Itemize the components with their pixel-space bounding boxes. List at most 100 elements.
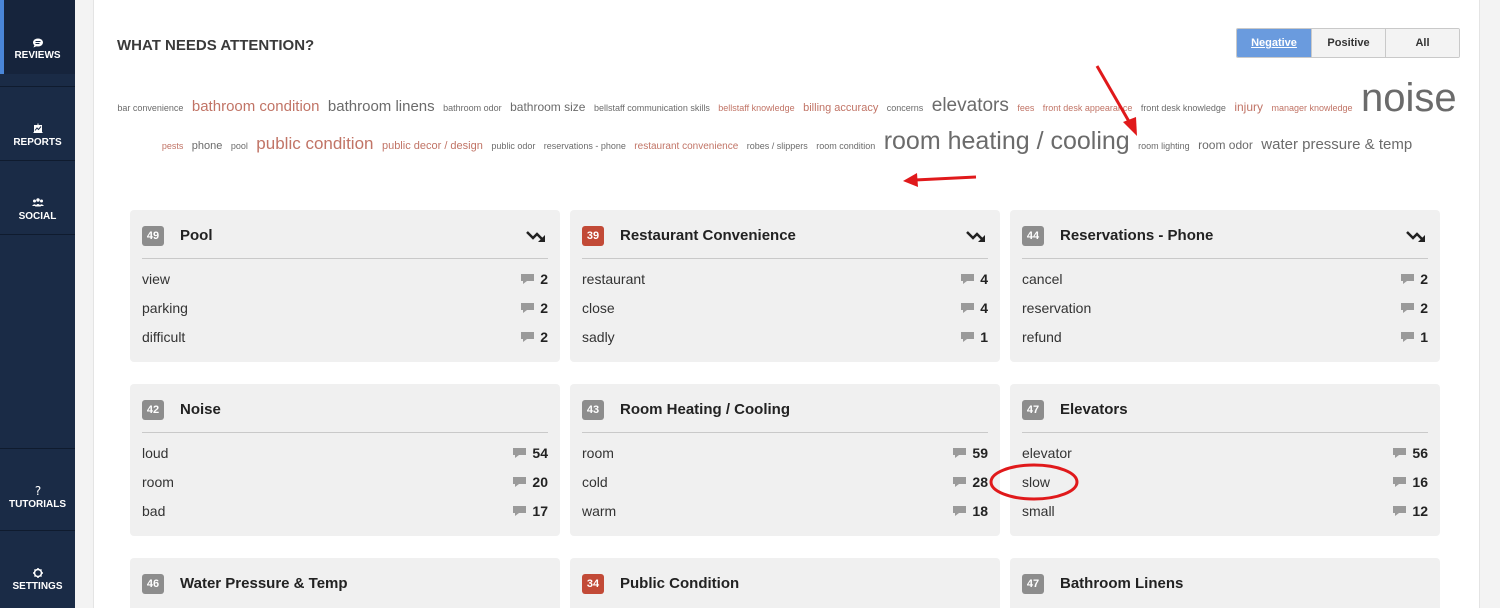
filter-positive-button[interactable]: Positive	[1311, 29, 1385, 57]
keyword-row[interactable]: reservation 2	[1022, 298, 1428, 318]
card-divider	[582, 258, 988, 259]
keyword-row[interactable]: view 2	[142, 269, 548, 289]
cloud-topic[interactable]: bellstaff communication skills	[594, 103, 710, 113]
sidebar-item-settings[interactable]: SETTINGS	[0, 531, 75, 605]
card-divider	[142, 258, 548, 259]
cloud-topic[interactable]: room condition	[816, 141, 875, 151]
card-title[interactable]: Pool	[180, 225, 213, 247]
topic-card[interactable]: 34 Public Condition	[570, 558, 1000, 608]
question-icon: ?	[34, 484, 40, 497]
keyword-row[interactable]: room 20	[142, 472, 548, 492]
reviews-chat-icon	[32, 38, 43, 48]
comment-icon	[953, 477, 967, 487]
cloud-topic[interactable]: robes / slippers	[747, 141, 808, 151]
keyword-row[interactable]: loud 54	[142, 443, 548, 463]
sidebar-item-reports[interactable]: REPORTS	[0, 87, 75, 161]
card-title[interactable]: Noise	[180, 399, 221, 421]
cloud-topic[interactable]: pests	[162, 141, 184, 151]
card-title[interactable]: Room Heating / Cooling	[620, 399, 790, 421]
mention-count-value: 56	[1412, 445, 1428, 461]
mention-count-value: 17	[532, 503, 548, 519]
cloud-topic[interactable]: front desk knowledge	[1141, 103, 1226, 113]
card-title[interactable]: Reservations - Phone	[1060, 225, 1213, 247]
sidebar-item-tutorials[interactable]: ? TUTORIALS	[0, 449, 75, 523]
mention-count: 54	[513, 443, 548, 463]
cloud-topic[interactable]: elevators	[932, 95, 1009, 116]
keyword-row[interactable]: warm 18	[582, 501, 988, 521]
mention-count: 56	[1393, 443, 1428, 463]
cloud-topic[interactable]: front desk appearance	[1043, 103, 1133, 113]
cloud-topic[interactable]: restaurant convenience	[634, 141, 738, 152]
mention-count-value: 20	[532, 474, 548, 490]
cloud-topic[interactable]: injury	[1234, 100, 1263, 114]
keyword-row[interactable]: close 4	[582, 298, 988, 318]
topic-card[interactable]: 43 Room Heating / Cooling room 59 cold 28 warm…	[570, 384, 1000, 536]
keyword-label: restaurant	[582, 271, 646, 287]
keyword-row[interactable]: refund 1	[1022, 327, 1428, 347]
card-title[interactable]: Bathroom Linens	[1060, 573, 1183, 595]
card-divider	[142, 432, 548, 433]
comment-icon	[961, 332, 975, 342]
card-title[interactable]: Elevators	[1060, 399, 1128, 421]
cloud-topic[interactable]: public odor	[491, 141, 535, 151]
cloud-topic[interactable]: noise	[1361, 76, 1457, 120]
cloud-topic[interactable]: bathroom condition	[192, 98, 320, 115]
cloud-topic[interactable]: room heating / cooling	[884, 127, 1130, 155]
cloud-topic[interactable]: bathroom size	[510, 100, 585, 114]
keyword-row[interactable]: cancel 2	[1022, 269, 1428, 289]
keyword-row[interactable]: small 12	[1022, 501, 1428, 521]
topic-card[interactable]: 47 Elevators elevator 56 slow 16 small 12	[1010, 384, 1440, 536]
cloud-topic[interactable]: manager knowledge	[1271, 103, 1352, 113]
sidebar-item-reviews[interactable]: REVIEWS	[0, 0, 75, 74]
keyword-label: small	[1022, 503, 1055, 519]
keyword-row[interactable]: room 59	[582, 443, 988, 463]
cloud-topic[interactable]: room lighting	[1138, 141, 1190, 151]
keyword-row[interactable]: restaurant 4	[582, 269, 988, 289]
comment-icon	[513, 506, 527, 516]
keyword-row[interactable]: elevator 56	[1022, 443, 1428, 463]
keyword-row[interactable]: parking 2	[142, 298, 548, 318]
topic-card[interactable]: 39 Restaurant Convenience restaurant 4 close…	[570, 210, 1000, 362]
cloud-topic[interactable]: billing accuracy	[803, 102, 878, 114]
topic-card[interactable]: 47 Bathroom Linens	[1010, 558, 1440, 608]
keyword-row[interactable]: slow 16	[1022, 472, 1428, 492]
topic-card[interactable]: 44 Reservations - Phone cancel 2 reservation…	[1010, 210, 1440, 362]
keyword-row[interactable]: cold 28	[582, 472, 988, 492]
keyword-row[interactable]: bad 17	[142, 501, 548, 521]
cloud-topic[interactable]: fees	[1017, 103, 1034, 113]
keyword-label: difficult	[142, 329, 186, 345]
cloud-topic[interactable]: bathroom odor	[443, 103, 502, 113]
cloud-topic[interactable]: room odor	[1198, 138, 1253, 152]
cloud-topic[interactable]: bar convenience	[117, 103, 183, 113]
keyword-row[interactable]: sadly 1	[582, 327, 988, 347]
score-badge: 42	[142, 400, 164, 420]
keyword-row[interactable]: difficult 2	[142, 327, 548, 347]
cloud-topic[interactable]: pool	[231, 141, 248, 151]
cloud-topic[interactable]: bellstaff knowledge	[718, 103, 794, 113]
cloud-topic[interactable]: phone	[192, 140, 223, 152]
cloud-topic[interactable]: public condition	[256, 134, 373, 153]
filter-all-button[interactable]: All	[1385, 29, 1459, 57]
page-title: WHAT NEEDS ATTENTION?	[117, 37, 315, 54]
topic-card[interactable]: 42 Noise loud 54 room 20 bad 17	[130, 384, 560, 536]
score-badge: 43	[582, 400, 604, 420]
cloud-topic[interactable]: public decor / design	[382, 140, 483, 152]
score-badge: 34	[582, 574, 604, 594]
topic-card[interactable]: 46 Water Pressure & Temp	[130, 558, 560, 608]
trend-down-icon	[1406, 231, 1425, 242]
cloud-topic[interactable]: reservations - phone	[544, 141, 626, 151]
mention-count: 2	[521, 327, 548, 347]
page-scrollbar[interactable]	[1480, 0, 1500, 608]
cloud-topic[interactable]: water pressure & temp	[1261, 136, 1412, 153]
card-title[interactable]: Restaurant Convenience	[620, 225, 796, 247]
card-title[interactable]: Public Condition	[620, 573, 739, 595]
cloud-topic[interactable]: bathroom linens	[328, 98, 435, 115]
social-people-icon	[31, 198, 44, 207]
topic-card[interactable]: 49 Pool view 2 parking 2 difficult 2	[130, 210, 560, 362]
cloud-topic[interactable]: concerns	[887, 103, 924, 113]
sidebar-item-social[interactable]: SOCIAL	[0, 161, 75, 235]
card-title[interactable]: Water Pressure & Temp	[180, 573, 348, 595]
card-header: 46 Water Pressure & Temp	[142, 573, 548, 595]
filter-negative-button[interactable]: Negative	[1237, 29, 1311, 57]
score-badge: 47	[1022, 400, 1044, 420]
